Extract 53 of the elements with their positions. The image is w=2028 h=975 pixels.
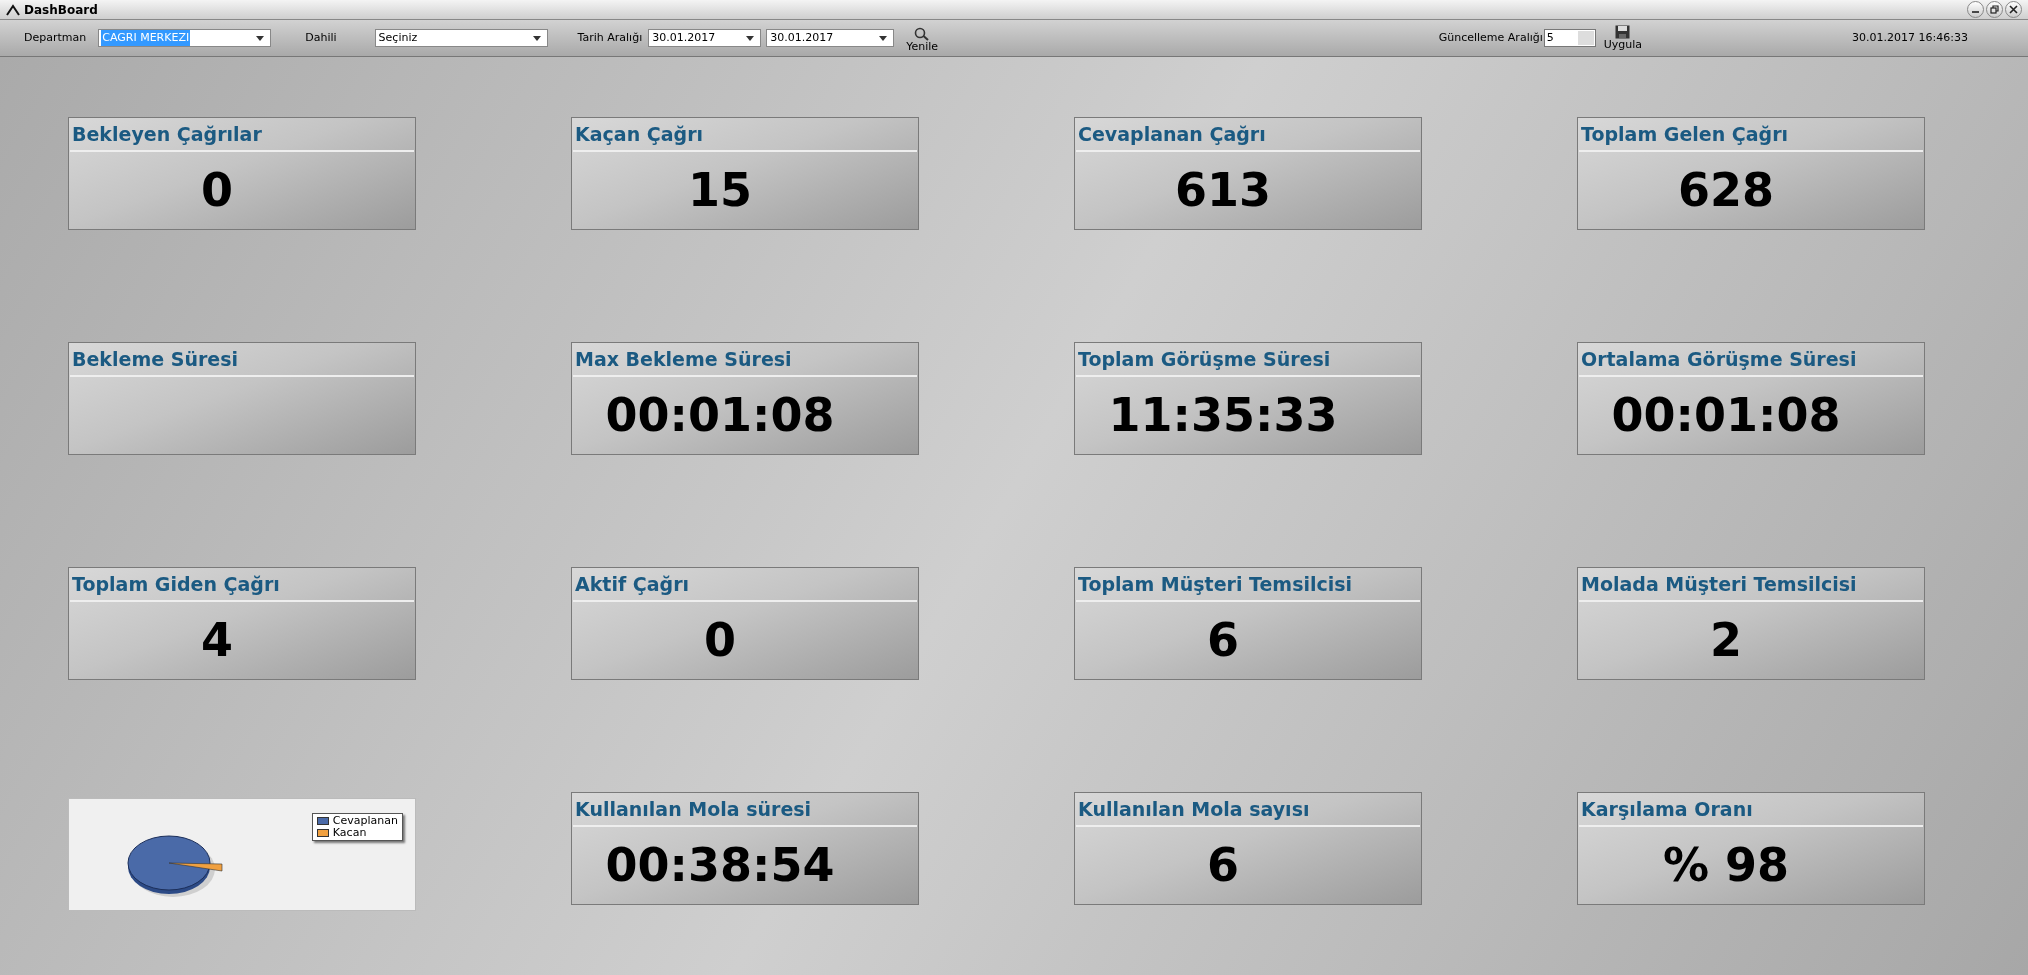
- department-label: Departman: [24, 29, 87, 46]
- card-title: Toplam Görüşme Süresi: [1078, 348, 1331, 370]
- start-date-picker[interactable]: 30.01.2017: [648, 29, 762, 47]
- restore-icon[interactable]: [1986, 1, 2003, 18]
- close-icon[interactable]: [2005, 1, 2022, 18]
- search-icon: [914, 27, 931, 41]
- card-title: Cevaplanan Çağrı: [1078, 123, 1266, 145]
- card-title: Toplam Giden Çağrı: [72, 573, 280, 595]
- card-title: Karşılama Oranı: [1581, 798, 1753, 820]
- card-title: Molada Müşteri Temsilcisi: [1581, 573, 1857, 595]
- legend-label: Kacan: [332, 827, 367, 839]
- extension-label: Dahili: [305, 29, 337, 46]
- stat-value: 6: [1207, 617, 1239, 664]
- refresh-button[interactable]: Yenile: [906, 27, 939, 53]
- window-title: DashBoard: [24, 1, 98, 19]
- card-title: Bekleyen Çağrılar: [72, 123, 262, 145]
- caret-icon: [532, 35, 541, 41]
- minimize-icon[interactable]: [1967, 1, 1984, 18]
- current-timestamp: 30.01.2017 16:46:33: [1852, 29, 1968, 46]
- date-range-label: Tarih Aralığı: [577, 29, 643, 46]
- card-title: Kullanılan Mola sayısı: [1078, 798, 1310, 820]
- stat-value: 11:35:33: [1108, 392, 1338, 439]
- card-title: Bekleme Süresi: [72, 348, 238, 370]
- card-title: Max Bekleme Süresi: [575, 348, 792, 370]
- card-title: Ortalama Görüşme Süresi: [1581, 348, 1857, 370]
- card-title: Toplam Gelen Çağrı: [1581, 123, 1789, 145]
- app-logo-icon: [6, 3, 20, 16]
- legend-label: Cevaplanan: [332, 815, 398, 827]
- caret-icon: [256, 35, 265, 41]
- card-title: Kullanılan Mola süresi: [575, 798, 812, 820]
- stat-value: 613: [1175, 167, 1271, 214]
- stat-value: 6: [1207, 842, 1239, 889]
- card-title: Aktif Çağrı: [575, 573, 690, 595]
- apply-button[interactable]: Uygula: [1603, 25, 1643, 51]
- stat-value: 0: [201, 167, 233, 214]
- stat-value: 00:01:08: [605, 392, 835, 439]
- stat-value: 0: [704, 617, 736, 664]
- update-interval-label: Güncelleme Aralığı: [1438, 29, 1543, 46]
- extension-select[interactable]: Seçiniz: [374, 29, 548, 47]
- card-title: Toplam Müşteri Temsilcisi: [1078, 573, 1353, 595]
- end-date-picker[interactable]: 30.01.2017: [766, 29, 895, 47]
- caret-icon: [746, 35, 755, 41]
- stat-value: 00:01:08: [1611, 392, 1841, 439]
- stat-value: 628: [1678, 167, 1774, 214]
- stat-value: 4: [201, 617, 233, 664]
- stat-value: 15: [688, 167, 752, 214]
- stat-value: % 98: [1662, 842, 1790, 889]
- caret-icon: [879, 35, 888, 41]
- card-title: Kaçan Çağrı: [575, 123, 704, 145]
- stat-value: 00:38:54: [605, 842, 835, 889]
- save-icon: [1615, 25, 1631, 39]
- update-interval-field[interactable]: 5: [1543, 29, 1596, 47]
- stat-value: 2: [1710, 617, 1742, 664]
